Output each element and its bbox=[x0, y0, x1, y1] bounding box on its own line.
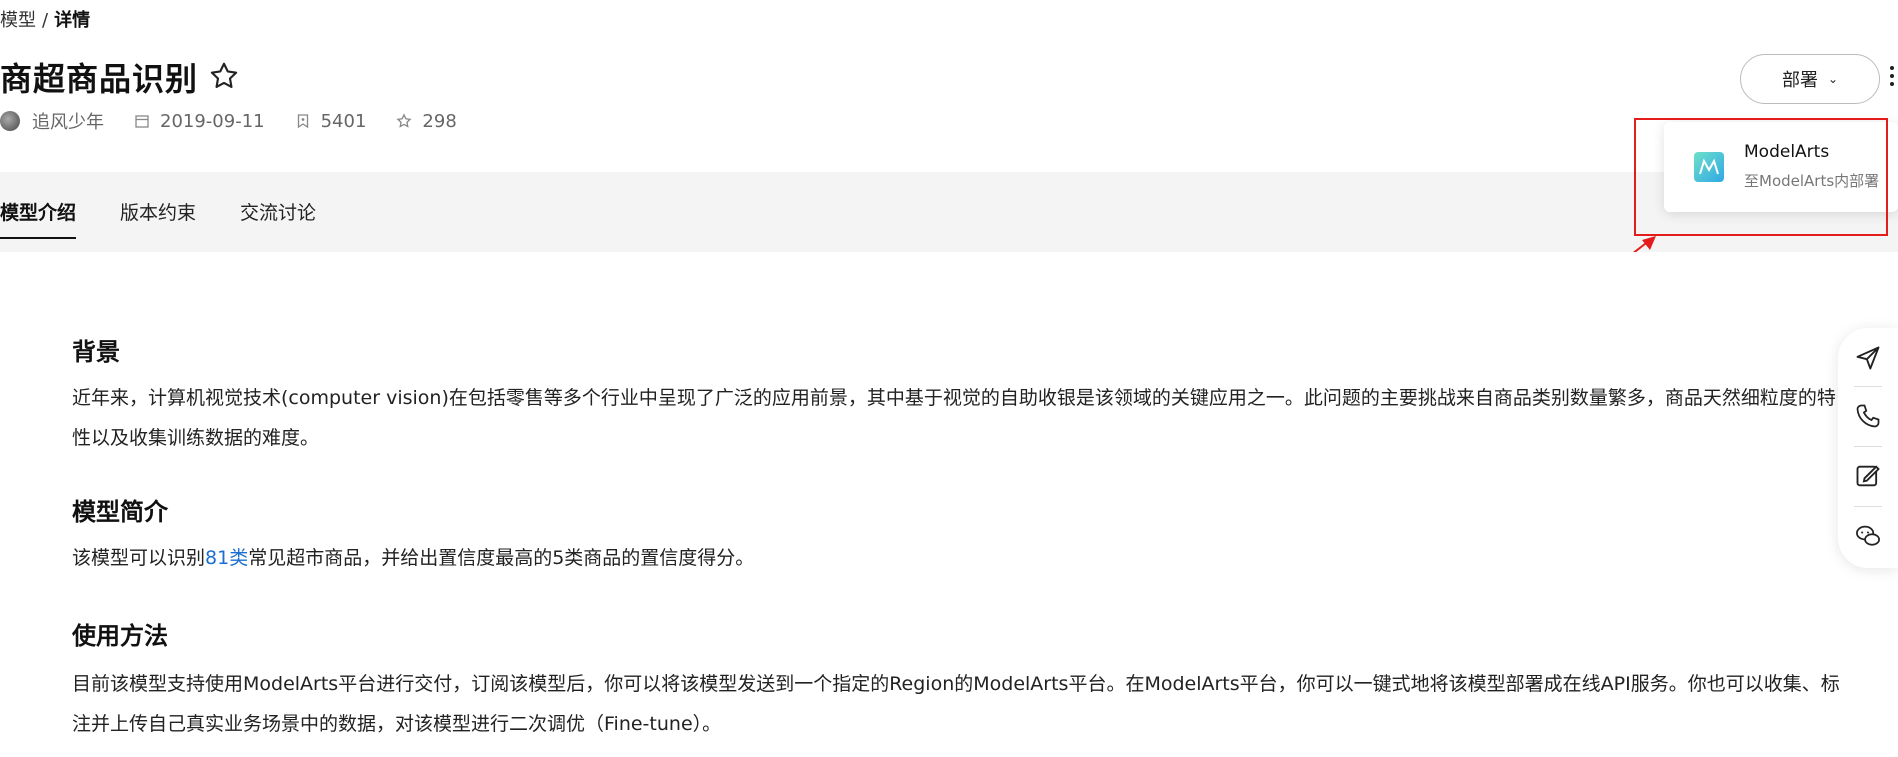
send-icon[interactable] bbox=[1854, 344, 1882, 372]
divider bbox=[1854, 506, 1882, 507]
annotation-highlight-box bbox=[1634, 118, 1888, 236]
breadcrumb-separator: / bbox=[42, 10, 49, 31]
intro-text: 该模型可以识别81类常见超市商品，并给出置信度最高的5类商品的置信度得分。 bbox=[72, 538, 1842, 578]
page-title: 商超商品识别 bbox=[0, 60, 199, 98]
model-intro-content: 背景 近年来，计算机视觉技术(computer vision)在包括零售等多个行… bbox=[0, 252, 1898, 757]
favorite-text: 298 bbox=[422, 110, 457, 132]
heading-intro: 模型简介 bbox=[72, 498, 168, 526]
author-name: 追风少年 bbox=[32, 112, 104, 133]
deploy-label: 部署 bbox=[1781, 70, 1818, 91]
breadcrumb: 模型 / 详情 bbox=[0, 6, 90, 32]
chevron-down-icon: ⌄ bbox=[1827, 72, 1839, 86]
favorite-star-icon[interactable] bbox=[208, 60, 240, 92]
date-text: 2019-09-11 bbox=[160, 110, 265, 132]
wechat-icon[interactable] bbox=[1854, 522, 1882, 550]
subscription-text: 5401 bbox=[320, 110, 367, 132]
divider bbox=[1854, 446, 1882, 447]
divider bbox=[1854, 386, 1882, 387]
subscription-count: 5401 bbox=[295, 110, 367, 132]
more-vertical-icon[interactable] bbox=[1888, 62, 1896, 96]
tab-model-intro[interactable]: 模型介绍 bbox=[0, 198, 77, 239]
deploy-button[interactable]: 部署 ⌄ bbox=[1740, 54, 1880, 104]
star-outline-icon bbox=[396, 113, 412, 128]
intro-text-after: 常见超市商品，并给出置信度最高的5类商品的置信度得分。 bbox=[248, 547, 755, 569]
heading-usage: 使用方法 bbox=[72, 622, 168, 650]
categories-link[interactable]: 81类 bbox=[205, 547, 248, 569]
floating-toolbar bbox=[1838, 328, 1898, 568]
breadcrumb-current: 详情 bbox=[54, 10, 91, 31]
tab-discussion[interactable]: 交流讨论 bbox=[240, 198, 316, 225]
edit-icon[interactable] bbox=[1854, 462, 1882, 490]
heading-background: 背景 bbox=[72, 338, 120, 366]
model-meta: 追风少年 2019-09-11 5401 298 bbox=[0, 108, 487, 134]
author[interactable]: 追风少年 bbox=[0, 108, 104, 134]
background-text: 近年来，计算机视觉技术(computer vision)在包括零售等多个行业中呈… bbox=[72, 387, 1836, 449]
bookmark-icon bbox=[297, 114, 308, 129]
publish-date: 2019-09-11 bbox=[134, 111, 265, 132]
phone-icon[interactable] bbox=[1854, 402, 1882, 430]
avatar bbox=[0, 111, 20, 131]
favorite-count: 298 bbox=[396, 110, 457, 132]
breadcrumb-parent[interactable]: 模型 bbox=[0, 10, 36, 31]
usage-text: 目前该模型支持使用ModelArts平台进行交付，订阅该模型后，你可以将该模型发… bbox=[72, 673, 1840, 735]
tab-version-constraints[interactable]: 版本约束 bbox=[120, 198, 196, 225]
intro-text-before: 该模型可以识别 bbox=[72, 547, 206, 569]
calendar-icon bbox=[135, 115, 149, 128]
